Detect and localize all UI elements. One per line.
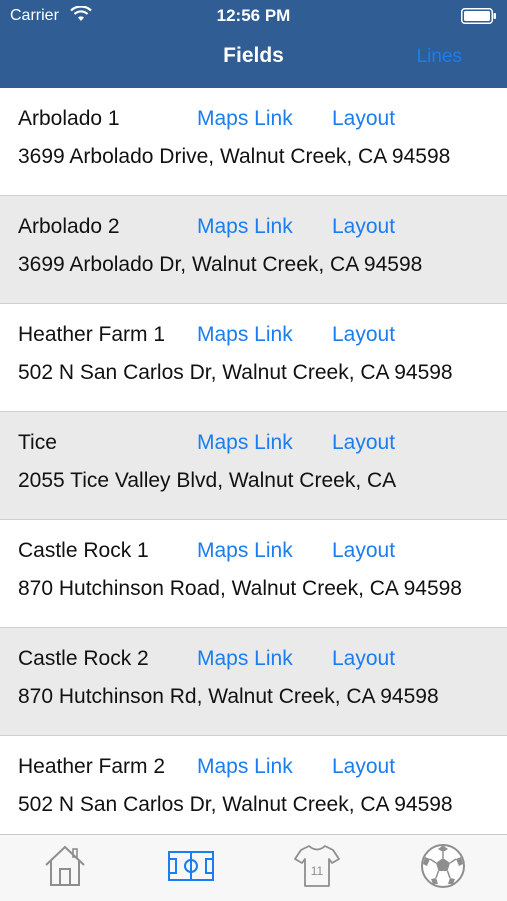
maps-link-button[interactable]: Maps Link (197, 539, 293, 563)
maps-link-button[interactable]: Maps Link (197, 647, 293, 671)
field-row: Heather Farm 2 Maps Link Layout 502 N Sa… (0, 736, 507, 834)
field-name: Tice (18, 431, 57, 454)
status-time: 12:56 PM (216, 6, 291, 25)
field-icon (168, 851, 214, 881)
maps-link-button[interactable]: Maps Link (197, 755, 293, 779)
layout-button[interactable]: Layout (332, 539, 395, 563)
battery-icon (461, 8, 497, 24)
field-name: Castle Rock 1 (18, 539, 149, 562)
navigation-bar: Fields Lines (0, 32, 507, 88)
maps-link-button[interactable]: Maps Link (197, 431, 293, 455)
fields-list: Arbolado 1 Maps Link Layout 3699 Arbolad… (0, 88, 507, 834)
layout-button[interactable]: Layout (332, 431, 395, 455)
maps-link-button[interactable]: Maps Link (197, 323, 293, 347)
field-address: 502 N San Carlos Dr, Walnut Creek, CA 94… (18, 793, 453, 816)
field-row: Arbolado 2 Maps Link Layout 3699 Arbolad… (0, 196, 507, 304)
layout-button[interactable]: Layout (332, 323, 395, 347)
home-icon (45, 845, 85, 886)
field-name: Heather Farm 1 (18, 323, 166, 346)
layout-button[interactable]: Layout (332, 755, 395, 779)
jersey-icon: 11 (294, 845, 340, 887)
maps-link-button[interactable]: Maps Link (197, 107, 293, 131)
tab-teams[interactable]: 11 (292, 841, 342, 893)
field-name: Heather Farm 2 (18, 755, 166, 778)
tab-fields[interactable] (166, 841, 216, 893)
field-row: Castle Rock 2 Maps Link Layout 870 Hutch… (0, 628, 507, 736)
tab-games[interactable] (418, 841, 468, 893)
lines-button[interactable]: Lines (417, 46, 462, 68)
field-address: 3699 Arbolado Drive, Walnut Creek, CA 94… (18, 145, 451, 168)
layout-button[interactable]: Layout (332, 647, 395, 671)
layout-button[interactable]: Layout (332, 107, 395, 131)
soccer-ball-icon (421, 844, 465, 888)
layout-button[interactable]: Layout (332, 215, 395, 239)
field-row: Tice Maps Link Layout 2055 Tice Valley B… (0, 412, 507, 520)
field-name: Arbolado 1 (18, 107, 120, 130)
status-bar: Carrier 12:56 PM (0, 0, 507, 32)
field-address: 3699 Arbolado Dr, Walnut Creek, CA 94598 (18, 253, 423, 276)
field-name: Castle Rock 2 (18, 647, 149, 670)
maps-link-button[interactable]: Maps Link (197, 215, 293, 239)
field-address: 2055 Tice Valley Blvd, Walnut Creek, CA (18, 469, 397, 492)
tab-bar: 11 (0, 834, 507, 901)
top-bar: Carrier 12:56 PM Fields Lines (0, 0, 507, 88)
field-name: Arbolado 2 (18, 215, 120, 238)
field-row: Castle Rock 1 Maps Link Layout 870 Hutch… (0, 520, 507, 628)
field-address: 870 Hutchinson Rd, Walnut Creek, CA 9459… (18, 685, 439, 708)
field-address: 502 N San Carlos Dr, Walnut Creek, CA 94… (18, 361, 453, 384)
jersey-number: 11 (311, 864, 324, 878)
field-row: Arbolado 1 Maps Link Layout 3699 Arbolad… (0, 88, 507, 196)
field-address: 870 Hutchinson Road, Walnut Creek, CA 94… (18, 577, 462, 600)
tab-home[interactable] (40, 841, 90, 893)
field-row: Heather Farm 1 Maps Link Layout 502 N Sa… (0, 304, 507, 412)
